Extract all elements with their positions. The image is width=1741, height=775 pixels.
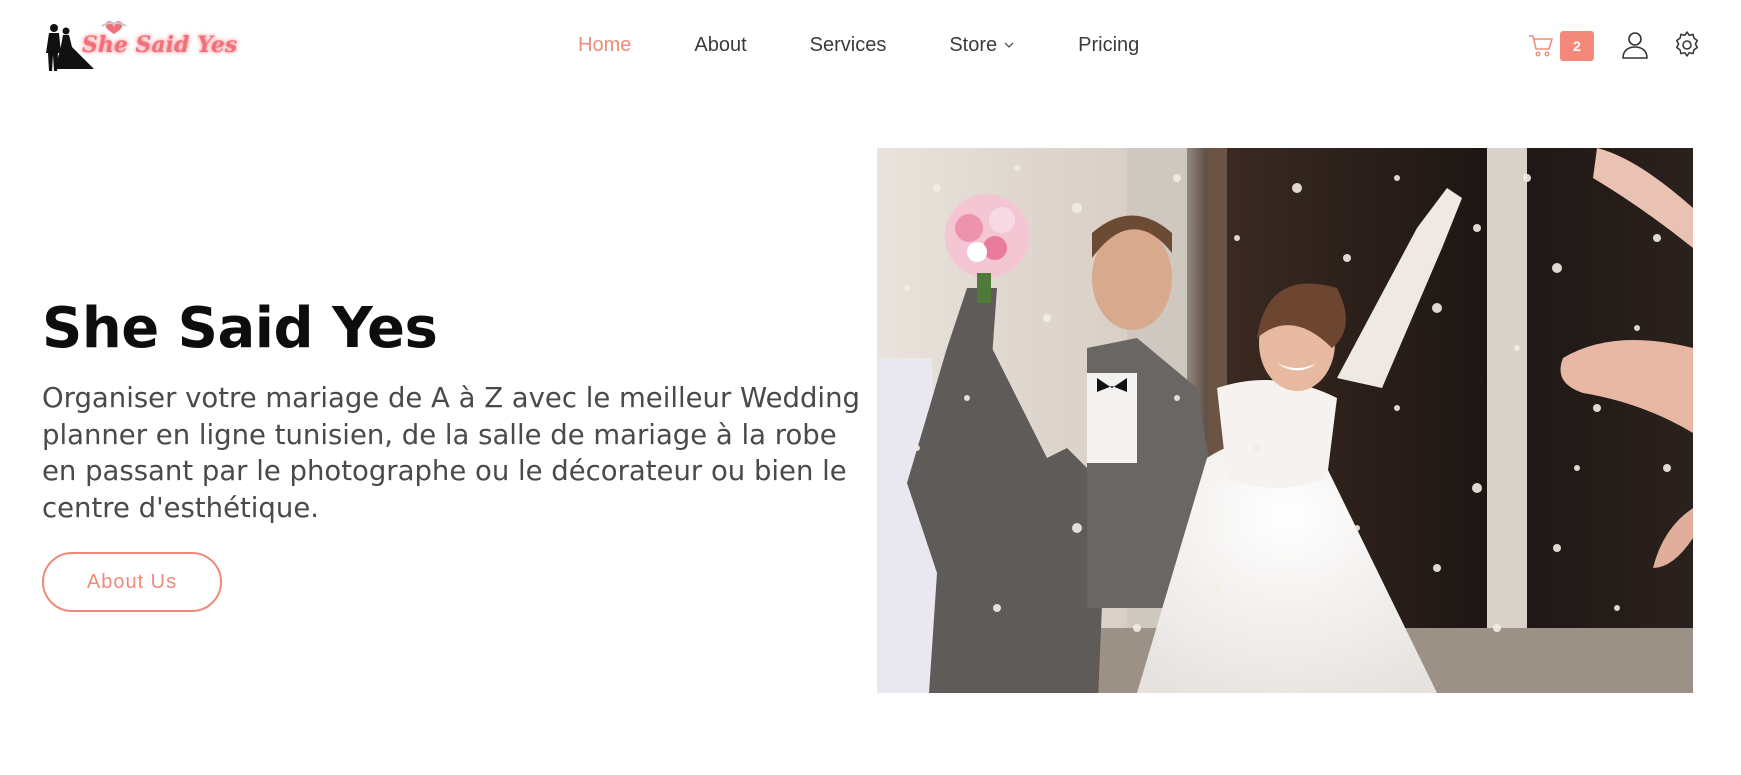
nav-about[interactable]: About: [694, 34, 746, 57]
nav-services[interactable]: Services: [810, 34, 887, 57]
cart-button[interactable]: 2: [1528, 31, 1594, 61]
settings-button[interactable]: [1672, 30, 1702, 60]
hero-photo: [877, 148, 1693, 693]
hero-title: She Said Yes: [42, 296, 438, 361]
cart-icon: [1529, 35, 1553, 57]
nav-store[interactable]: Store: [949, 34, 1015, 57]
nav-pricing[interactable]: Pricing: [1078, 34, 1139, 57]
nav-store-label: Store: [949, 33, 998, 56]
about-us-button[interactable]: About Us: [42, 552, 222, 612]
chevron-down-icon: [1004, 42, 1014, 48]
brand-logo[interactable]: She Said Yes: [44, 14, 237, 74]
user-icon: [1622, 32, 1648, 59]
wedding-couple-image: [877, 148, 1693, 693]
site-header: She Said Yes Home About Services Store P…: [0, 0, 1741, 90]
gear-icon: [1675, 31, 1699, 57]
brand-wordmark: She Said Yes: [82, 32, 238, 58]
cart-count-badge: 2: [1560, 31, 1594, 61]
account-button[interactable]: [1620, 30, 1650, 60]
nav-home[interactable]: Home: [578, 34, 631, 57]
main-nav: Home About Services Store Pricing: [578, 32, 1202, 58]
hero-description: Organiser votre mariage de A à Z avec le…: [42, 382, 860, 524]
